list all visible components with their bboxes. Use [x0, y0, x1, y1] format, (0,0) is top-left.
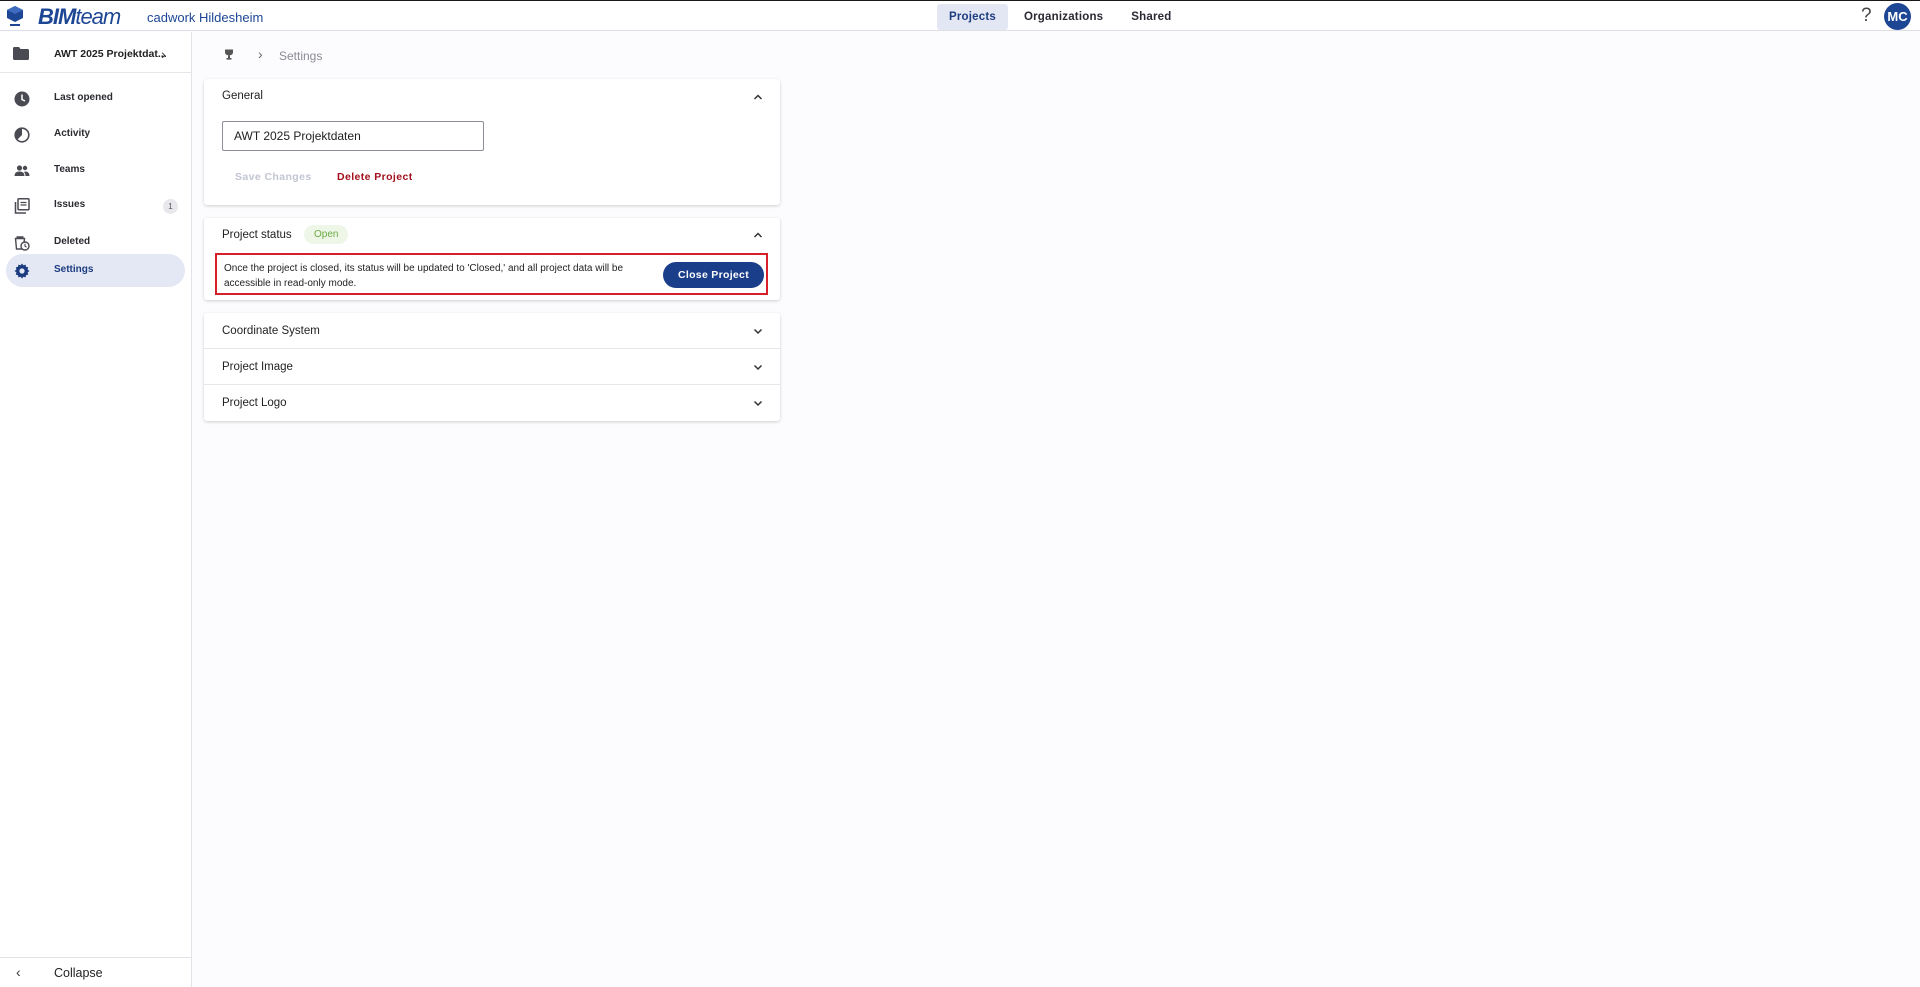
- bimteam-logo-icon[interactable]: [6, 5, 24, 29]
- organization-name[interactable]: cadwork Hildesheim: [147, 10, 263, 25]
- chevron-down-icon[interactable]: [752, 325, 764, 337]
- help-icon[interactable]: ?: [1861, 6, 1872, 26]
- project-status-card: Project status Open Once the project is …: [204, 218, 780, 300]
- sidebar-item-settings[interactable]: Settings: [6, 254, 185, 287]
- clock-icon: [14, 91, 30, 107]
- sidebar-project-selector[interactable]: AWT 2025 Projektdat... ›: [0, 40, 192, 69]
- sidebar-item-label: Activity: [54, 128, 91, 139]
- user-avatar[interactable]: MC: [1884, 3, 1911, 30]
- section-coordinate-system[interactable]: Coordinate System: [204, 313, 780, 349]
- general-title: General: [222, 90, 263, 102]
- chevron-right-icon: ›: [161, 46, 166, 62]
- chevron-left-icon: ‹: [16, 964, 21, 980]
- delete-project-button[interactable]: Delete Project: [337, 171, 413, 183]
- section-title: Coordinate System: [222, 325, 320, 337]
- chevron-down-icon[interactable]: [752, 397, 764, 409]
- sidebar-project-label: AWT 2025 Projektdat...: [54, 48, 167, 60]
- brand-logo[interactable]: BIMteam: [38, 4, 121, 29]
- chevron-up-icon[interactable]: [752, 229, 764, 241]
- sidebar-item-activity[interactable]: Activity: [6, 118, 185, 151]
- chevron-down-icon[interactable]: [752, 361, 764, 373]
- top-bar: BIMteam cadwork Hildesheim Projects Orga…: [0, 0, 1920, 31]
- sidebar: AWT 2025 Projektdat... › Last opened Act…: [0, 32, 192, 987]
- sidebar-item-label: Settings: [54, 264, 94, 275]
- brand-light: team: [75, 4, 121, 29]
- sidebar-item-label: Last opened: [54, 92, 113, 103]
- brand-strong: BIM: [38, 4, 76, 29]
- sidebar-item-teams[interactable]: Teams: [6, 154, 185, 187]
- general-card: General Save Changes Delete Project: [204, 79, 780, 205]
- sidebar-item-label: Deleted: [54, 236, 91, 247]
- sidebar-item-last-opened[interactable]: Last opened: [6, 82, 185, 115]
- project-name-input[interactable]: [222, 121, 484, 151]
- sidebar-item-issues[interactable]: Issues 1: [6, 189, 185, 222]
- activity-icon: [14, 127, 30, 143]
- sidebar-collapse-button[interactable]: ‹ Collapse: [0, 957, 192, 987]
- close-project-message: Once the project is closed, its status w…: [224, 263, 624, 289]
- sidebar-divider: [0, 72, 192, 73]
- sidebar-item-label: Issues: [54, 199, 86, 210]
- breadcrumb-current: Settings: [279, 49, 323, 63]
- people-icon: [14, 165, 30, 176]
- section-title: Project Logo: [222, 397, 287, 409]
- save-changes-button[interactable]: Save Changes: [235, 171, 312, 183]
- folder-icon: [13, 47, 29, 60]
- status-badge: Open: [304, 225, 349, 244]
- deleted-icon: [14, 236, 30, 251]
- collapse-label: Collapse: [54, 966, 103, 980]
- section-project-logo[interactable]: Project Logo: [204, 385, 780, 421]
- nav-projects[interactable]: Projects: [937, 4, 1008, 30]
- sidebar-item-label: Teams: [54, 164, 85, 175]
- section-title: Project Image: [222, 361, 293, 373]
- section-project-image[interactable]: Project Image: [204, 349, 780, 385]
- chevron-up-icon[interactable]: [752, 91, 764, 103]
- nav-shared[interactable]: Shared: [1119, 4, 1183, 30]
- close-project-highlight: Once the project is closed, its status w…: [215, 253, 768, 295]
- close-project-button[interactable]: Close Project: [663, 262, 764, 288]
- project-status-title: Project status: [222, 229, 292, 241]
- issues-count-badge: 1: [163, 199, 178, 214]
- gear-icon: [14, 263, 30, 279]
- trophy-icon[interactable]: [224, 49, 234, 60]
- collapsed-sections-card: Coordinate System Project Image Project …: [204, 313, 780, 421]
- top-nav: Projects Organizations Shared: [937, 4, 1187, 30]
- issues-icon: [14, 198, 30, 214]
- nav-organizations[interactable]: Organizations: [1012, 4, 1115, 30]
- breadcrumb-separator-icon: ›: [258, 46, 263, 62]
